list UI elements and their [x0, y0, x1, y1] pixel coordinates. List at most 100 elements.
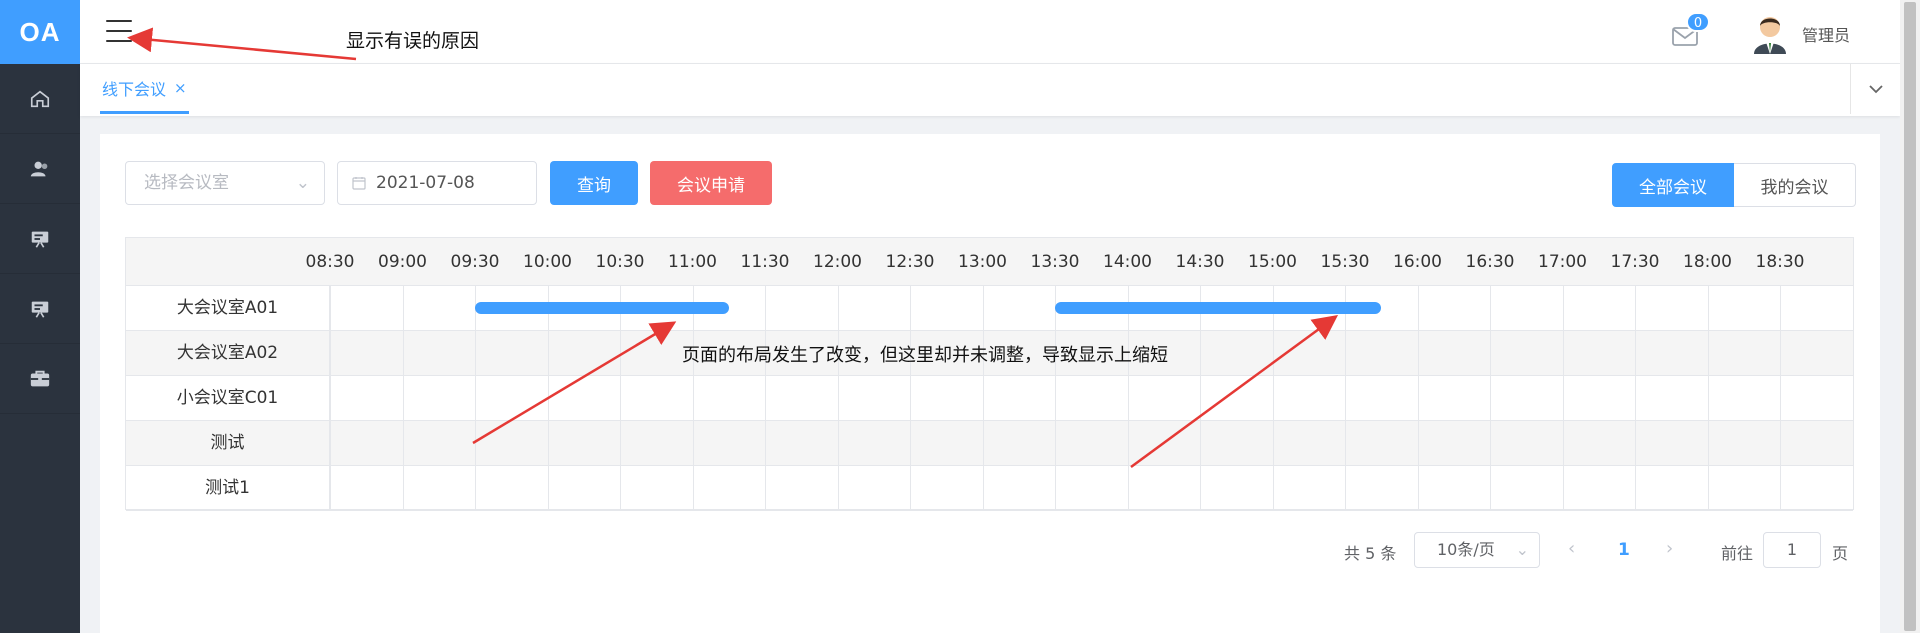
time-label: 16:30 — [1465, 252, 1515, 272]
grid-line — [692, 286, 694, 510]
room-select[interactable]: 选择会议室 ⌄ — [125, 161, 325, 205]
room-name: 小会议室C01 — [126, 376, 330, 420]
chevron-down-icon: ⌄ — [295, 173, 310, 193]
schedule-header: 08:30 09:00 09:30 10:00 10:30 11:00 11:30 12:00… — [126, 238, 1853, 286]
query-button[interactable]: 查询 — [550, 161, 638, 205]
users-icon — [30, 161, 48, 176]
close-icon[interactable]: × — [174, 79, 187, 97]
time-label: 11:30 — [740, 252, 790, 272]
grid-line — [1127, 286, 1129, 510]
prev-page-button[interactable]: ‹ — [1568, 538, 1575, 559]
chevron-down-icon: ⌄ — [1515, 540, 1529, 559]
grid-line — [1345, 286, 1346, 510]
username[interactable]: 管理员 — [1802, 22, 1850, 46]
sidebar-item-home[interactable] — [0, 64, 80, 134]
pagination-total: 共 5 条 — [1344, 544, 1397, 563]
view-switch: 全部会议 我的会议 — [1612, 163, 1856, 207]
presentation-icon — [31, 231, 49, 248]
calendar-icon — [352, 177, 366, 190]
goto-label: 前往 — [1721, 544, 1754, 563]
tab-offline-meeting[interactable]: 线下会议 × — [100, 64, 189, 114]
grid-line — [547, 286, 549, 510]
date-picker[interactable]: 2021-07-08 — [337, 161, 537, 205]
grid-line — [982, 286, 984, 510]
menu-toggle-icon[interactable] — [106, 20, 132, 42]
grid-line — [330, 286, 331, 510]
grid-line — [1635, 286, 1636, 510]
booking-bar[interactable] — [475, 302, 729, 314]
time-label: 10:00 — [523, 252, 572, 272]
time-label: 18:00 — [1683, 252, 1732, 272]
grid-line — [765, 286, 766, 510]
time-label: 13:30 — [1030, 252, 1080, 272]
meeting-apply-button[interactable]: 会议申请 — [650, 161, 772, 205]
presentation-alt-icon — [31, 301, 49, 318]
schedule-row: 测试1 — [126, 466, 1853, 511]
annotation-text: 显示有误的原因 — [346, 30, 480, 52]
next-page-button[interactable]: › — [1666, 538, 1673, 559]
grid-line — [1055, 286, 1056, 510]
sidebar-item-users[interactable] — [0, 134, 80, 204]
page-size-select[interactable]: 10条/页 ⌄ — [1414, 532, 1540, 568]
time-label: 17:30 — [1610, 252, 1660, 272]
page-number-current[interactable]: 1 — [1618, 540, 1630, 560]
grid-line — [1490, 286, 1491, 510]
avatar[interactable] — [1752, 14, 1788, 54]
page-scrollbar[interactable] — [1900, 0, 1920, 633]
tabs-dropdown-button[interactable] — [1850, 64, 1900, 114]
grid-line — [1417, 286, 1419, 510]
time-label: 14:00 — [1103, 252, 1152, 272]
home-icon — [30, 90, 50, 107]
tab-label: 线下会议 — [102, 79, 167, 99]
grid-line — [837, 286, 839, 510]
room-name: 大会议室A02 — [126, 331, 330, 375]
room-name: 测试 — [126, 421, 330, 465]
room-select-placeholder: 选择会议室 — [144, 173, 229, 193]
sidebar-item-meeting[interactable] — [0, 204, 80, 274]
sidebar-item-toolbox[interactable] — [0, 344, 80, 414]
schedule-table: 08:30 09:00 09:30 10:00 10:30 11:00 11:30 12:00… — [125, 237, 1854, 511]
time-label: 13:00 — [958, 252, 1007, 272]
tabs-bar: 线下会议 × — [80, 64, 1900, 116]
time-label: 10:30 — [595, 252, 645, 272]
date-value: 2021-07-08 — [376, 173, 475, 193]
top-header: 显示有误的原因 0 管理员 — [80, 0, 1900, 64]
chevron-down-icon — [1868, 85, 1883, 94]
room-name: 测试1 — [126, 466, 330, 510]
grid-line — [1272, 286, 1274, 510]
time-label: 15:00 — [1248, 252, 1297, 272]
briefcase-icon — [30, 370, 50, 386]
sidebar-item-meeting-alt[interactable] — [0, 274, 80, 344]
sidebar: OA — [0, 0, 80, 633]
time-label: 18:30 — [1755, 252, 1805, 272]
time-label: 17:00 — [1538, 252, 1587, 272]
grid-line — [402, 286, 404, 510]
time-label: 16:00 — [1393, 252, 1442, 272]
grid-line — [1780, 286, 1781, 510]
time-label: 09:00 — [378, 252, 427, 272]
time-label: 11:00 — [668, 252, 717, 272]
booking-bar[interactable] — [1055, 302, 1382, 314]
schedule-row: 大会议室A01 — [126, 286, 1853, 331]
goto-page-input[interactable]: 1 — [1763, 532, 1821, 568]
grid-line — [1200, 286, 1201, 510]
goto-unit: 页 — [1832, 544, 1849, 563]
app-logo[interactable]: OA — [0, 0, 80, 64]
grid-line — [620, 286, 621, 510]
schedule-row: 小会议室C01 — [126, 376, 1853, 421]
time-label: 12:30 — [885, 252, 935, 272]
grid-line — [910, 286, 911, 510]
my-meetings-button[interactable]: 我的会议 — [1734, 163, 1856, 207]
time-label: 14:30 — [1175, 252, 1225, 272]
grid-line — [1562, 286, 1564, 510]
time-label: 15:30 — [1320, 252, 1370, 272]
schedule-row: 测试 — [126, 421, 1853, 466]
all-meetings-button[interactable]: 全部会议 — [1612, 163, 1734, 207]
time-label: 08:30 — [305, 252, 355, 272]
room-name: 大会议室A01 — [126, 286, 330, 330]
grid-line — [1707, 286, 1709, 510]
page-size-value: 10条/页 — [1437, 540, 1495, 559]
time-label: 12:00 — [813, 252, 862, 272]
mail-badge: 0 — [1686, 12, 1710, 32]
scrollbar-thumb[interactable] — [1904, 2, 1916, 631]
